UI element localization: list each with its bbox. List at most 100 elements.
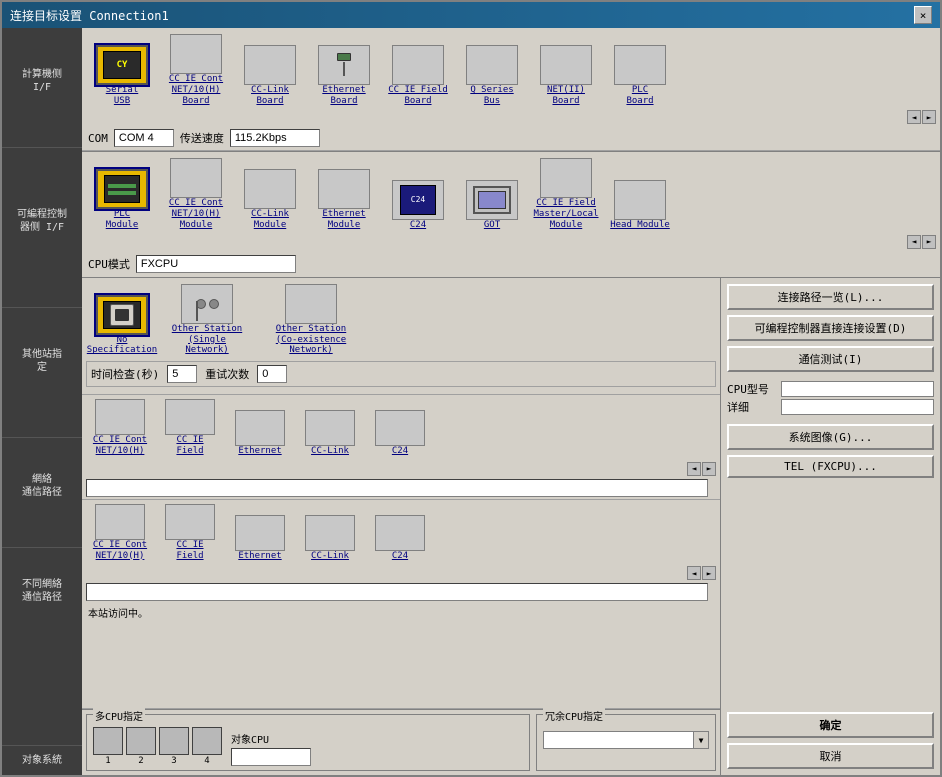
plc-inner	[104, 175, 140, 203]
no-spec-inner	[103, 301, 141, 329]
device-cc-ie-cont-module[interactable]: CC IE ContNET/10(H)Module	[160, 156, 232, 232]
cpu-box-4[interactable]: 4	[192, 727, 222, 766]
network-scroll-row: ◄ ►	[82, 461, 720, 477]
q-series-icon	[466, 45, 518, 85]
plc-scroll-right[interactable]: ►	[922, 235, 936, 249]
diff-network-input[interactable]	[86, 583, 708, 601]
device-ethernet-module[interactable]: EthernetModule	[308, 167, 380, 233]
right-buttons-panel: 连接路径一览(L)... 可编程控制器直接连接设置(D) 通信测试(I) CPU…	[720, 278, 940, 775]
multi-cpu-title: 多CPU指定	[93, 708, 145, 723]
device-label-other-single: Other Station(Single Network)	[164, 324, 250, 356]
diff-label-cc-link: CC-Link	[311, 551, 349, 562]
diff-cc-link[interactable]: CC-Link	[296, 515, 364, 562]
redundant-input-row: ▼	[543, 731, 709, 749]
net-ethernet[interactable]: Ethernet	[226, 410, 294, 457]
cpu-mode-input[interactable]	[136, 255, 296, 273]
device-serial-usb[interactable]: CY SerialUSB	[86, 43, 158, 109]
cpu-num-2: 2	[138, 756, 143, 766]
device-cc-link-module[interactable]: CC-LinkModule	[234, 167, 306, 233]
scroll-right-btn[interactable]: ►	[922, 110, 936, 124]
device-got[interactable]: GOT	[456, 178, 528, 233]
main-window: 连接目标设置 Connection1 × 計算機侧I/F 可編程控制器侧 I/F…	[0, 0, 942, 777]
target-cpu-input[interactable]	[231, 748, 311, 766]
sidebar-label-diff-network: 不同網絡通信路径	[22, 579, 62, 603]
detail-row: 详细	[727, 399, 934, 415]
device-c24[interactable]: C24 C24	[382, 178, 454, 233]
c24-inner: C24	[400, 185, 436, 215]
com-value-input[interactable]	[114, 129, 174, 147]
serial-inner: CY	[103, 51, 141, 79]
redundant-dropdown-btn[interactable]: ▼	[693, 731, 709, 749]
no-spec-icon	[96, 295, 148, 335]
cancel-button[interactable]: 取消	[727, 743, 934, 769]
redundant-select[interactable]	[543, 731, 693, 749]
device-cc-ie-field-board[interactable]: CC IE FieldBoard	[382, 43, 454, 109]
device-label-ethernet-module: EthernetModule	[322, 209, 365, 231]
connection-path-button[interactable]: 连接路径一览(L)...	[727, 284, 934, 310]
retry-input[interactable]	[257, 365, 287, 383]
plc-line1	[108, 184, 136, 188]
device-plc-board[interactable]: PLCBoard	[604, 43, 676, 109]
speed-value-input[interactable]	[230, 129, 320, 147]
comm-test-button[interactable]: 通信测试(I)	[727, 346, 934, 372]
diff-cc-ie-cont[interactable]: CC IE ContNET/10(H)	[86, 504, 154, 562]
confirm-button[interactable]: 确定	[727, 712, 934, 738]
cpu-box-2[interactable]: 2	[126, 727, 156, 766]
left-sidebar: 計算機侧I/F 可編程控制器侧 I/F 其他站指定 網絡通信路径 不同網絡通信路…	[2, 28, 82, 775]
system-image-button[interactable]: 系统图像(G)...	[727, 424, 934, 450]
device-label-got: GOT	[484, 220, 500, 231]
device-label-c24: C24	[410, 220, 426, 231]
device-label-net-ii: NET(II)Board	[547, 85, 585, 107]
cc-ie-cont-module-icon	[170, 158, 222, 198]
sidebar-item-diff-network: 不同網絡通信路径	[2, 548, 82, 746]
device-plc-module[interactable]: PLCModule	[86, 167, 158, 233]
diff-scroll-right[interactable]: ►	[702, 566, 716, 580]
device-label-plc-board: PLCBoard	[626, 85, 653, 107]
scroll-left-btn[interactable]: ◄	[907, 110, 921, 124]
device-cc-link-board[interactable]: CC-LinkBoard	[234, 43, 306, 109]
device-ethernet-board[interactable]: EthernetBoard	[308, 43, 380, 109]
network-path-input[interactable]	[86, 479, 708, 497]
net-ethernet-icon	[235, 410, 285, 446]
device-other-single[interactable]: Other Station(Single Network)	[162, 282, 252, 358]
net-cc-link[interactable]: CC-Link	[296, 410, 364, 457]
net-cc-ie-cont[interactable]: CC IE ContNET/10(H)	[86, 399, 154, 457]
net-scroll-right[interactable]: ►	[702, 462, 716, 476]
net-c24[interactable]: C24	[366, 410, 434, 457]
net-cc-ie-field-icon	[165, 399, 215, 435]
device-net-ii[interactable]: NET(II)Board	[530, 43, 602, 109]
close-button[interactable]: ×	[914, 6, 932, 24]
net-cc-ie-field[interactable]: CC IEField	[156, 399, 224, 457]
device-q-series[interactable]: Q SeriesBus	[456, 43, 528, 109]
diff-c24[interactable]: C24	[366, 515, 434, 562]
timeout-input[interactable]	[167, 365, 197, 383]
target-cpu-label: 对象CPU	[231, 731, 311, 746]
device-cc-ie-field-master[interactable]: CC IE FieldMaster/LocalModule	[530, 156, 602, 232]
device-head-module[interactable]: Head Module	[604, 178, 676, 233]
cpu-type-input[interactable]	[781, 381, 934, 397]
direct-connect-button[interactable]: 可编程控制器直接连接设置(D)	[727, 315, 934, 341]
device-label-cc-ie-cont-module: CC IE ContNET/10(H)Module	[169, 198, 223, 230]
diff-scroll-left[interactable]: ◄	[687, 566, 701, 580]
timeout-row: 时间检查(秒) 重试次数	[86, 361, 716, 387]
net-scroll-left[interactable]: ◄	[687, 462, 701, 476]
plc-scroll-left[interactable]: ◄	[907, 235, 921, 249]
detail-input[interactable]	[781, 399, 934, 415]
device-other-coexist[interactable]: Other Station(Co-existence Network)	[256, 282, 366, 358]
serial-usb-icon: CY	[96, 45, 148, 85]
cpu-box-3[interactable]: 3	[159, 727, 189, 766]
no-spec-disk	[110, 304, 134, 326]
redundant-cpu-group: 冗余CPU指定 ▼	[536, 714, 716, 771]
net-label-cc-ie-cont: CC IE ContNET/10(H)	[93, 435, 147, 457]
diff-cc-ie-field[interactable]: CC IEField	[156, 504, 224, 562]
device-no-spec[interactable]: No Specification	[86, 293, 158, 359]
device-cc-ie-cont[interactable]: CC IE ContNET/10(H)Board	[160, 32, 232, 108]
target-cpu-section: 对象CPU	[231, 731, 311, 766]
diff-ethernet[interactable]: Ethernet	[226, 515, 294, 562]
device-label-cc-ie-field-board: CC IE FieldBoard	[388, 85, 448, 107]
tel-button[interactable]: TEL (FXCPU)...	[727, 455, 934, 478]
computer-device-row: CY SerialUSB CC IE ContNET/10(H)Board	[82, 28, 940, 108]
bottom-left-area: No Specification	[82, 278, 720, 775]
cpu-box-1[interactable]: 1	[93, 727, 123, 766]
cpu-num-1: 1	[105, 756, 110, 766]
